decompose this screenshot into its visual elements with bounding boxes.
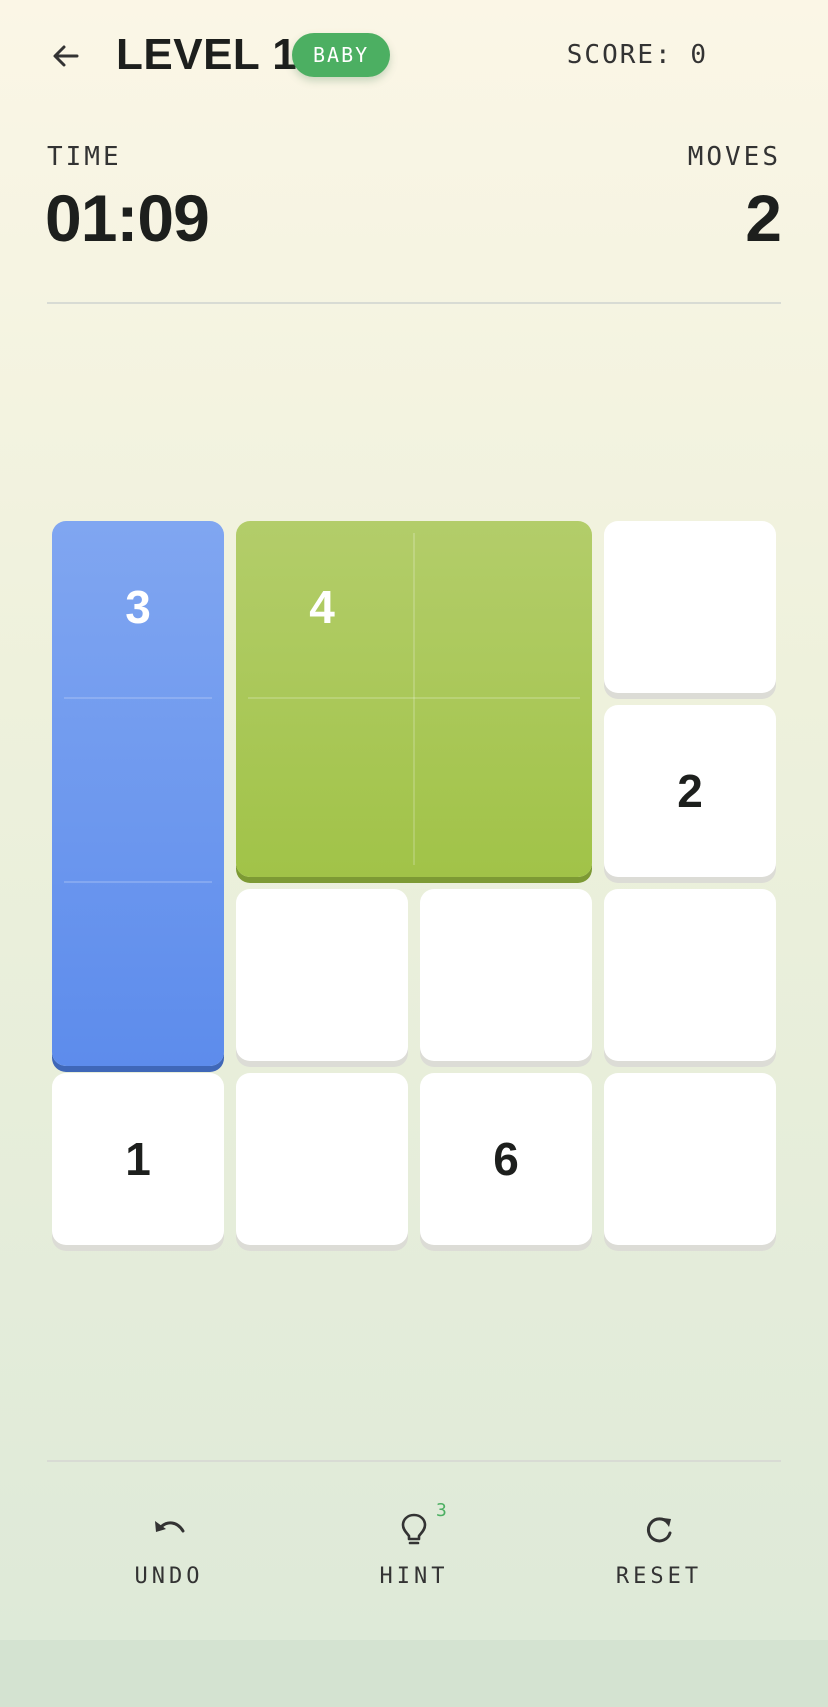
board-cell[interactable]: 2 (604, 705, 776, 877)
block-green-number: 4 (309, 581, 335, 633)
reset-icon (646, 1517, 672, 1543)
footer-band (0, 1640, 828, 1707)
top-divider (47, 302, 781, 304)
lightbulb-icon (401, 1513, 427, 1545)
hint-label: HINT (379, 1564, 449, 1589)
board-cell[interactable] (236, 1073, 408, 1245)
block-blue-number: 3 (125, 581, 151, 633)
board-cell[interactable] (604, 889, 776, 1061)
hint-count-badge: 3 (436, 1500, 447, 1521)
undo-button[interactable]: UNDO (89, 1500, 249, 1600)
header: LEVEL 1 BABY SCORE: 0 (0, 0, 828, 120)
reset-button[interactable]: RESET (579, 1500, 739, 1600)
undo-label: UNDO (134, 1564, 204, 1589)
reset-label: RESET (615, 1564, 703, 1589)
game-board: 3 4 2 1 6 (52, 521, 776, 1245)
arrow-left-icon (53, 45, 79, 67)
time-value: 01:09 (45, 181, 210, 255)
board-cell[interactable] (236, 889, 408, 1061)
time-label: TIME (47, 142, 122, 172)
board-cell[interactable]: 6 (420, 1073, 592, 1245)
board-cell[interactable] (604, 1073, 776, 1245)
undo-icon (155, 1521, 185, 1533)
bottom-divider (47, 1460, 781, 1462)
board-cell[interactable]: 1 (52, 1073, 224, 1245)
hint-button[interactable]: HINT (334, 1500, 494, 1600)
difficulty-badge: BABY (292, 33, 391, 77)
level-title: LEVEL 1 (116, 30, 298, 79)
back-button[interactable] (44, 38, 88, 74)
moves-label: MOVES (687, 142, 781, 172)
board-cell[interactable] (604, 521, 776, 693)
score-display: SCORE: 0 (566, 40, 708, 70)
board-cell[interactable] (420, 889, 592, 1061)
block-green[interactable]: 4 (236, 521, 592, 877)
block-blue[interactable]: 3 (52, 521, 224, 1066)
moves-value: 2 (745, 181, 782, 255)
